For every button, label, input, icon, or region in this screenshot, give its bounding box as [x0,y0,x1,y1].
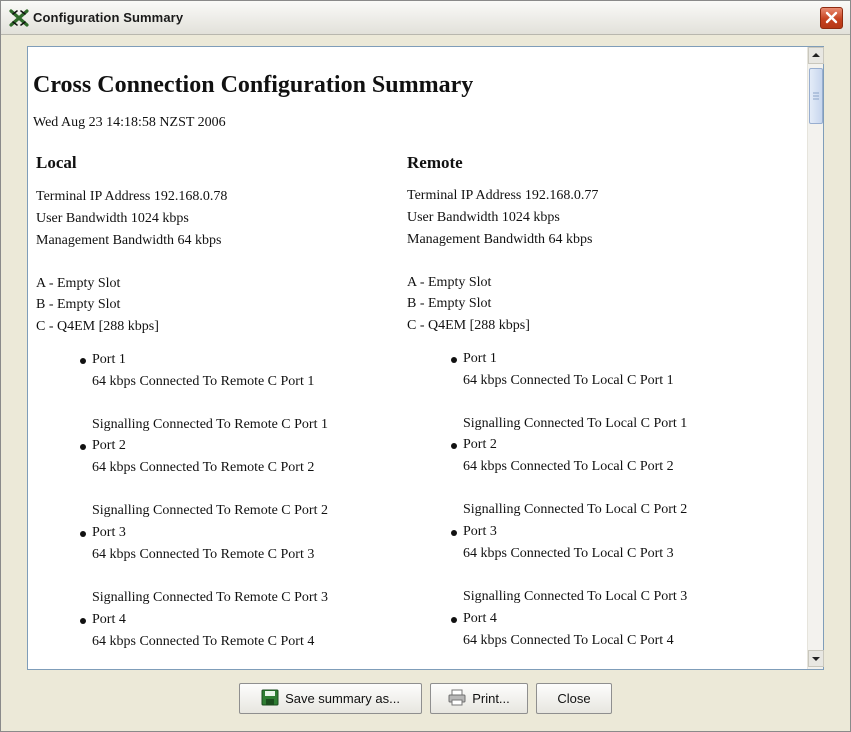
summary-scroll-pane[interactable]: Cross Connection Configuration Summary W… [27,46,824,670]
close-label: Close [557,691,591,706]
remote-port-data: 64 kbps Connected To Local C Port 4 [463,633,674,648]
local-port-signalling: Signalling Connected To Remote C Port 2 [92,503,328,518]
save-summary-label: Save summary as... [285,691,400,706]
local-heading: Local [36,153,77,172]
local-management-bandwidth: Management Bandwidth 64 kbps [36,233,222,248]
bullet-icon [451,357,457,363]
scroll-thumb[interactable] [809,68,823,124]
remote-port-data: 64 kbps Connected To Local C Port 3 [463,546,674,561]
remote-slot: A - Empty Slot [407,275,492,290]
local-port-name: Port 3 [92,525,126,540]
local-slot: C - Q4EM [288 kbps] [36,319,159,334]
print-button[interactable]: Print... [430,683,528,714]
bullet-icon [80,444,86,450]
close-button[interactable]: Close [536,683,612,714]
local-ip: Terminal IP Address 192.168.0.78 [36,189,228,204]
arrow-down-icon [812,657,820,661]
remote-slot: B - Empty Slot [407,296,492,311]
local-port-data: 64 kbps Connected To Remote C Port 3 [92,547,315,562]
remote-port-name: Port 3 [463,524,497,539]
remote-ip: Terminal IP Address 192.168.0.77 [407,188,599,203]
remote-user-bandwidth: User Bandwidth 1024 kbps [407,210,560,225]
bullet-icon [451,617,457,623]
bullet-icon [80,358,86,364]
configuration-summary-window: Configuration Summary Cross Connection C… [0,0,851,732]
local-port-name: Port 1 [92,352,126,367]
local-user-bandwidth: User Bandwidth 1024 kbps [36,211,189,226]
vertical-scrollbar[interactable] [807,47,824,669]
window-title: Configuration Summary [33,10,184,25]
remote-port-signalling: Signalling Connected To Local C Port 2 [463,502,688,517]
arrow-up-icon [812,53,820,57]
bullet-icon [451,530,457,536]
local-slot: B - Empty Slot [36,297,121,312]
remote-port-signalling: Signalling Connected To Local C Port 3 [463,589,688,604]
save-summary-button[interactable]: Save summary as... [239,683,422,714]
local-port-name: Port 4 [92,612,126,627]
bullet-icon [80,531,86,537]
remote-port-name: Port 2 [463,437,497,452]
local-port-signalling: Signalling Connected To Remote C Port 3 [92,590,328,605]
summary-title: Cross Connection Configuration Summary [33,72,474,98]
local-port-data: 64 kbps Connected To Remote C Port 2 [92,460,315,475]
remote-port-signalling: Signalling Connected To Local C Port 1 [463,416,688,431]
remote-port-name: Port 4 [463,611,497,626]
x-tools-icon [9,9,29,27]
remote-management-bandwidth: Management Bandwidth 64 kbps [407,232,593,247]
remote-heading: Remote [407,153,463,172]
local-port-data: 64 kbps Connected To Remote C Port 1 [92,374,315,389]
floppy-disk-icon [261,689,279,709]
remote-port-name: Port 1 [463,351,497,366]
local-port-name: Port 2 [92,438,126,453]
summary-date: Wed Aug 23 14:18:58 NZST 2006 [33,115,226,130]
local-slot: A - Empty Slot [36,276,121,291]
close-icon [825,11,838,24]
printer-icon [448,689,466,709]
remote-port-data: 64 kbps Connected To Local C Port 2 [463,459,674,474]
grip-icon [813,92,819,100]
scroll-up-button[interactable] [808,47,824,64]
remote-port-data: 64 kbps Connected To Local C Port 1 [463,373,674,388]
local-port-signalling: Signalling Connected To Remote C Port 1 [92,417,328,432]
bullet-icon [80,618,86,624]
remote-slot: C - Q4EM [288 kbps] [407,318,530,333]
print-label: Print... [472,691,510,706]
bullet-icon [451,443,457,449]
title-bar[interactable]: Configuration Summary [1,1,850,35]
scroll-down-button[interactable] [808,650,824,667]
local-port-data: 64 kbps Connected To Remote C Port 4 [92,634,315,649]
window-close-button[interactable] [820,7,843,29]
summary-document: Cross Connection Configuration Summary W… [28,47,807,669]
